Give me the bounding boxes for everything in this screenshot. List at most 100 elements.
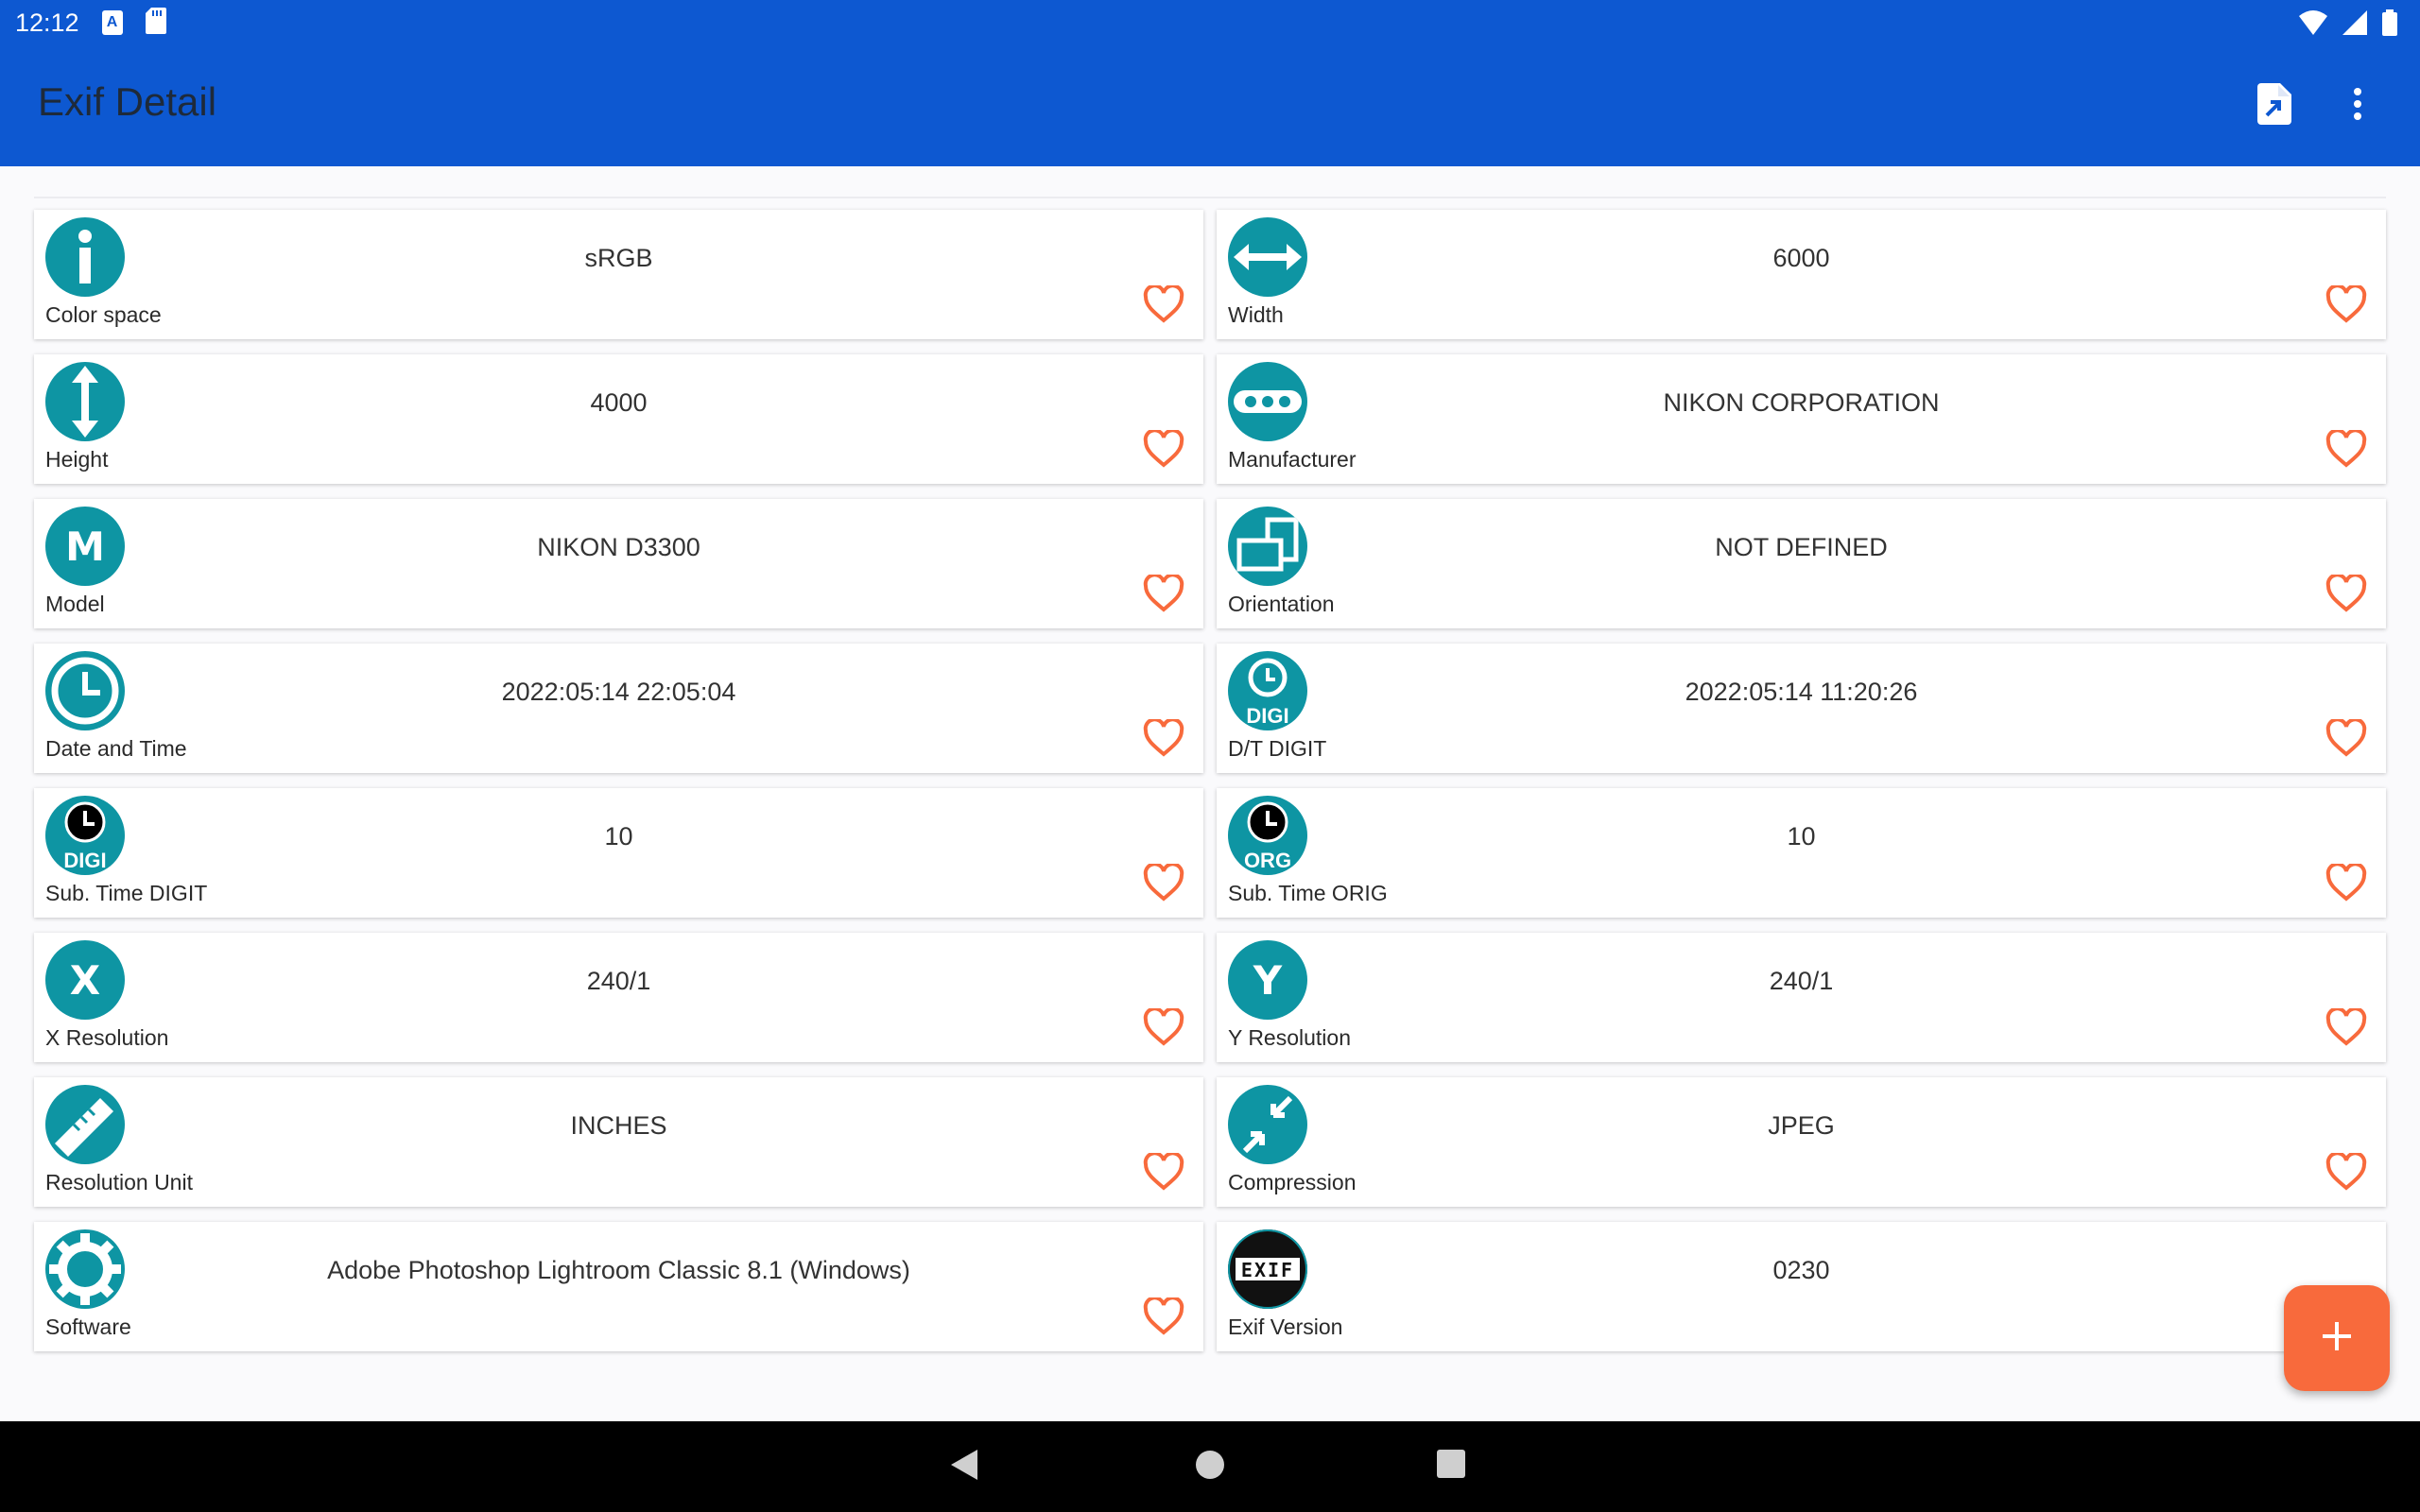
exif-card-model[interactable]: M NIKON D3300 Model — [34, 499, 1203, 628]
sd-card-status-icon — [145, 7, 166, 39]
signal-icon — [2342, 10, 2367, 40]
model-letter: M — [65, 523, 105, 570]
favorite-heart-icon[interactable] — [1143, 1151, 1184, 1191]
favorite-heart-icon[interactable] — [1143, 717, 1184, 757]
app-bar: Exif Detail — [0, 45, 2420, 166]
favorite-heart-icon[interactable] — [2325, 717, 2367, 757]
exif-value: 6000 — [1772, 244, 1830, 272]
export-file-button[interactable] — [2250, 81, 2299, 130]
x-letter: X — [69, 956, 101, 1004]
exif-label: Orientation — [1228, 592, 1335, 616]
exif-label: Y Resolution — [1228, 1025, 1351, 1050]
exif-card-date-time[interactable]: 2022:05:14 22:05:04 Date and Time — [34, 644, 1203, 773]
exif-value: 240/1 — [586, 967, 651, 995]
back-nav-button[interactable] — [949, 1448, 987, 1486]
exif-label: Software — [45, 1314, 131, 1339]
exif-card-y-resolution[interactable]: Y 240/1 Y Resolution — [1217, 933, 2386, 1062]
exif-value: 2022:05:14 11:20:26 — [1685, 678, 1918, 706]
exif-value: NOT DEFINED — [1715, 533, 1888, 561]
exif-label: Manufacturer — [1228, 447, 1357, 472]
exif-label: Date and Time — [45, 736, 187, 761]
orig-badge: ORG — [1244, 849, 1291, 872]
exif-icon: EXIF — [1228, 1229, 1307, 1309]
favorite-heart-icon[interactable] — [2325, 428, 2367, 468]
exif-card-manufacturer[interactable]: NIKON CORPORATION Manufacturer — [1217, 354, 2386, 484]
status-time: 12:12 — [15, 8, 79, 37]
exif-card-compression[interactable]: JPEG Compression — [1217, 1077, 2386, 1207]
battery-icon — [2382, 9, 2397, 41]
add-fab-button[interactable] — [2284, 1285, 2390, 1391]
home-circle-icon — [1193, 1451, 1227, 1486]
width-arrows-icon — [1228, 217, 1307, 297]
orientation-icon — [1228, 507, 1307, 586]
exif-card-software[interactable]: Adobe Photoshop Lightroom Classic 8.1 (W… — [34, 1222, 1203, 1351]
exif-label: Height — [45, 447, 109, 472]
subtime-orig-icon: ORG — [1228, 796, 1307, 875]
more-vert-icon — [2353, 87, 2362, 126]
clock-digi-icon: DIGI — [1228, 651, 1307, 730]
compress-icon — [1228, 1085, 1307, 1164]
home-nav-button[interactable] — [1193, 1448, 1231, 1486]
exif-card-dt-digit[interactable]: DIGI 2022:05:14 11:20:26 D/T DIGIT — [1217, 644, 2386, 773]
exif-badge: EXIF — [1241, 1259, 1294, 1281]
digi-badge: DIGI — [63, 849, 106, 872]
exif-label: X Resolution — [45, 1025, 169, 1050]
exif-card-resolution-unit[interactable]: INCHES Resolution Unit — [34, 1077, 1203, 1207]
exif-value: 2022:05:14 22:05:04 — [501, 678, 736, 706]
exif-value: NIKON CORPORATION — [1663, 388, 1940, 417]
recents-nav-button[interactable] — [1435, 1448, 1473, 1486]
favorite-heart-icon[interactable] — [2325, 862, 2367, 902]
exif-card-subtime-orig[interactable]: ORG 10 Sub. Time ORIG — [1217, 788, 2386, 918]
exif-label: Sub. Time ORIG — [1228, 881, 1388, 905]
exif-card-exif-version[interactable]: EXIF 0230 Exif Version — [1217, 1222, 2386, 1351]
exif-value: 10 — [1787, 822, 1816, 850]
favorite-heart-icon[interactable] — [2325, 1151, 2367, 1191]
exif-value: Adobe Photoshop Lightroom Classic 8.1 (W… — [327, 1256, 910, 1284]
exif-value: 10 — [604, 822, 633, 850]
status-right — [2299, 9, 2397, 41]
back-triangle-icon — [949, 1450, 979, 1486]
status-bar: 12:12 A — [0, 0, 2420, 45]
exif-card-x-resolution[interactable]: X 240/1 X Resolution — [34, 933, 1203, 1062]
favorite-heart-icon[interactable] — [1143, 284, 1184, 323]
exif-value: 0230 — [1772, 1256, 1830, 1284]
exif-grid: sRGB Color space 6000 Width 4000 Height … — [34, 210, 2386, 1351]
favorite-heart-icon[interactable] — [1143, 573, 1184, 612]
more-options-button[interactable] — [2333, 81, 2382, 130]
y-letter: Y — [1253, 956, 1283, 1004]
subtime-digi-icon: DIGI — [45, 796, 125, 875]
exif-card-subtime-digit[interactable]: DIGI 10 Sub. Time DIGIT — [34, 788, 1203, 918]
favorite-heart-icon[interactable] — [1143, 1006, 1184, 1046]
gear-icon — [45, 1229, 125, 1309]
favorite-heart-icon[interactable] — [2325, 573, 2367, 612]
exif-card-orientation[interactable]: NOT DEFINED Orientation — [1217, 499, 2386, 628]
exif-card-height[interactable]: 4000 Height — [34, 354, 1203, 484]
exif-label: Compression — [1228, 1170, 1357, 1194]
favorite-heart-icon[interactable] — [1143, 862, 1184, 902]
manufacturer-icon — [1228, 362, 1307, 441]
favorite-heart-icon[interactable] — [2325, 1006, 2367, 1046]
exif-label: Model — [45, 592, 105, 616]
exif-value: 4000 — [590, 388, 648, 417]
y-icon: Y — [1228, 940, 1307, 1020]
x-icon: X — [45, 940, 125, 1020]
exif-label: Color space — [45, 302, 162, 327]
height-arrows-icon — [45, 362, 125, 441]
file-export-icon — [2257, 82, 2291, 129]
info-icon — [45, 217, 125, 297]
exif-value: 240/1 — [1769, 967, 1834, 995]
wifi-icon — [2299, 10, 2327, 40]
exif-label: Sub. Time DIGIT — [45, 881, 208, 905]
divider — [34, 197, 2386, 198]
favorite-heart-icon[interactable] — [2325, 284, 2367, 323]
exif-value: NIKON D3300 — [537, 533, 700, 561]
app-actions — [2250, 81, 2382, 130]
favorite-heart-icon[interactable] — [1143, 428, 1184, 468]
exif-label: D/T DIGIT — [1228, 736, 1327, 761]
favorite-heart-icon[interactable] — [1143, 1296, 1184, 1335]
exif-card-width[interactable]: 6000 Width — [1217, 210, 2386, 339]
model-icon: M — [45, 507, 125, 586]
plus-icon — [2321, 1320, 2353, 1357]
exif-value: sRGB — [584, 244, 653, 272]
exif-card-color-space[interactable]: sRGB Color space — [34, 210, 1203, 339]
